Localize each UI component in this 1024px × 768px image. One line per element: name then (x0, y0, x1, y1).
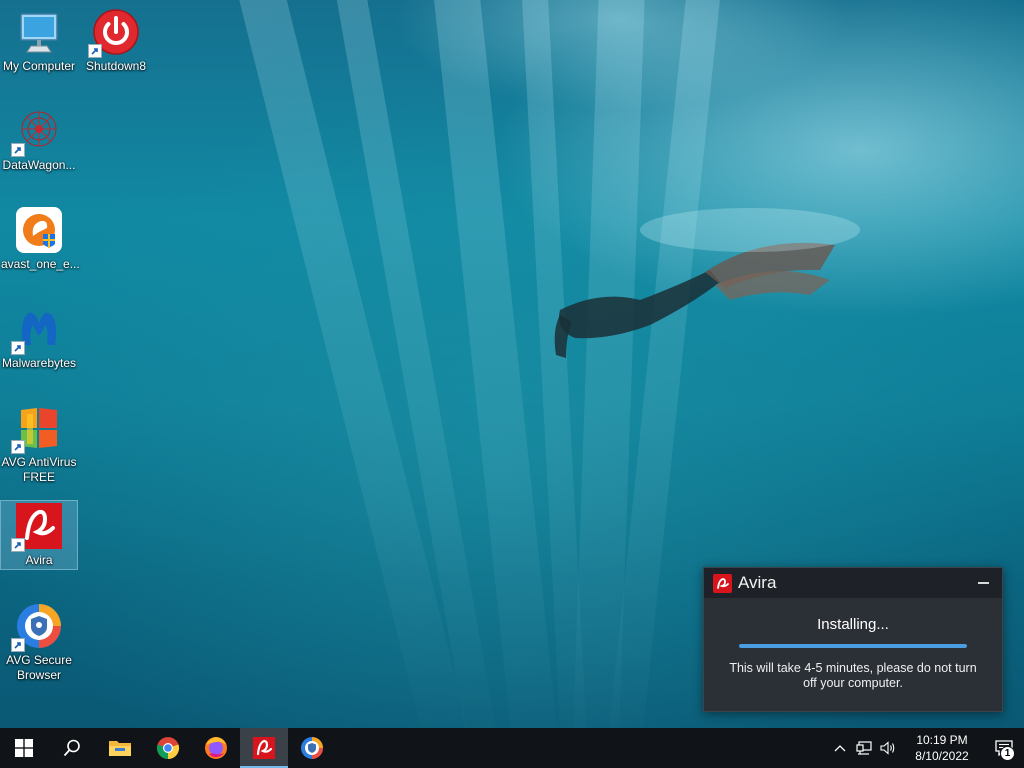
chrome-icon (156, 737, 180, 760)
desktop-icon-shutdown8[interactable]: Shutdown8 (78, 8, 154, 74)
taskbar-file-explorer[interactable] (96, 728, 144, 768)
avg-secure-browser-icon (11, 602, 63, 652)
install-message: This will take 4-5 minutes, please do no… (729, 661, 977, 690)
avast-icon (15, 206, 63, 254)
shortcut-arrow-icon (11, 143, 25, 157)
desktop-icon-avira[interactable]: Avira (0, 500, 78, 570)
shortcut-arrow-icon (88, 44, 102, 58)
notification-count-badge: 1 (1000, 746, 1015, 761)
desktop-icon-my-computer[interactable]: My Computer (1, 8, 77, 74)
speaker-icon (880, 741, 895, 755)
chevron-up-icon (834, 745, 846, 752)
search-button[interactable] (48, 728, 96, 768)
desktop-icon-label: DataWagon... (2, 158, 76, 172)
desktop-icon-label: My Computer (2, 59, 76, 73)
avira-icon (253, 737, 275, 759)
desktop-icon-label: AVG Secure Browser (6, 653, 72, 682)
power-icon (88, 8, 140, 58)
avira-installer-window: Avira Installing... This will take 4-5 m… (703, 567, 1003, 712)
avira-logo-icon (713, 573, 732, 593)
clock-time: 10:19 PM (916, 733, 968, 747)
desktop-icon-avg-secure-browser[interactable]: AVG Secure Browser (1, 602, 77, 683)
monitor-icon (15, 8, 63, 56)
diver-image (554, 208, 860, 358)
windows-logo-icon (15, 739, 33, 757)
desktop-icon-label: Malwarebytes (1, 356, 77, 370)
shortcut-arrow-icon (11, 341, 25, 355)
avg-antivirus-icon (11, 404, 63, 454)
install-status: Installing... (817, 616, 889, 633)
clock-date: 8/10/2022 (915, 749, 969, 763)
malwarebytes-icon (11, 305, 63, 355)
desktop-icon-label: AVG AntiVirus FREE (1, 455, 77, 484)
install-progress-bar (739, 644, 967, 648)
desktop-icon-label: avast_one_e... (1, 257, 80, 271)
avira-window-title: Avira (738, 573, 777, 592)
taskbar-clock[interactable]: 10:19 PM 8/10/2022 (906, 732, 978, 764)
firefox-icon (205, 737, 227, 759)
desktop-icon-label: Avira (25, 553, 53, 567)
start-button[interactable] (0, 728, 48, 768)
system-tray: 10:19 PM 8/10/2022 1 (828, 728, 1024, 768)
folder-icon (109, 741, 131, 756)
avira-icon (11, 502, 63, 552)
taskbar-avira[interactable] (240, 728, 288, 768)
search-icon (63, 739, 80, 757)
desktop-icon-avast-one[interactable]: avast_one_e... (1, 206, 80, 272)
network-button[interactable] (852, 728, 876, 768)
desktop-icon-malwarebytes[interactable]: Malwarebytes (1, 305, 77, 371)
taskbar-firefox[interactable] (192, 728, 240, 768)
minimize-button[interactable] (964, 568, 1002, 598)
shortcut-arrow-icon (11, 440, 25, 454)
volume-button[interactable] (876, 728, 900, 768)
minimize-icon (977, 582, 989, 584)
action-center-button[interactable]: 1 (984, 728, 1024, 768)
shortcut-arrow-icon (11, 538, 25, 552)
taskbar-chrome[interactable] (144, 728, 192, 768)
desktop-icon-datawagon[interactable]: DataWagon... (1, 107, 77, 173)
taskbar-avg-secure-browser[interactable] (288, 728, 336, 768)
show-hidden-icons-button[interactable] (828, 728, 852, 768)
datawagon-icon (11, 107, 63, 157)
install-progress-fill (739, 644, 967, 648)
desktop-icon-label: Shutdown8 (85, 59, 147, 73)
network-icon (856, 741, 872, 755)
desktop-icon-avg-antivirus[interactable]: AVG AntiVirus FREE (1, 404, 77, 485)
shortcut-arrow-icon (11, 638, 25, 652)
avira-titlebar[interactable]: Avira (704, 568, 1002, 598)
avg-secure-browser-icon (301, 737, 323, 759)
taskbar: 10:19 PM 8/10/2022 1 (0, 728, 1024, 768)
